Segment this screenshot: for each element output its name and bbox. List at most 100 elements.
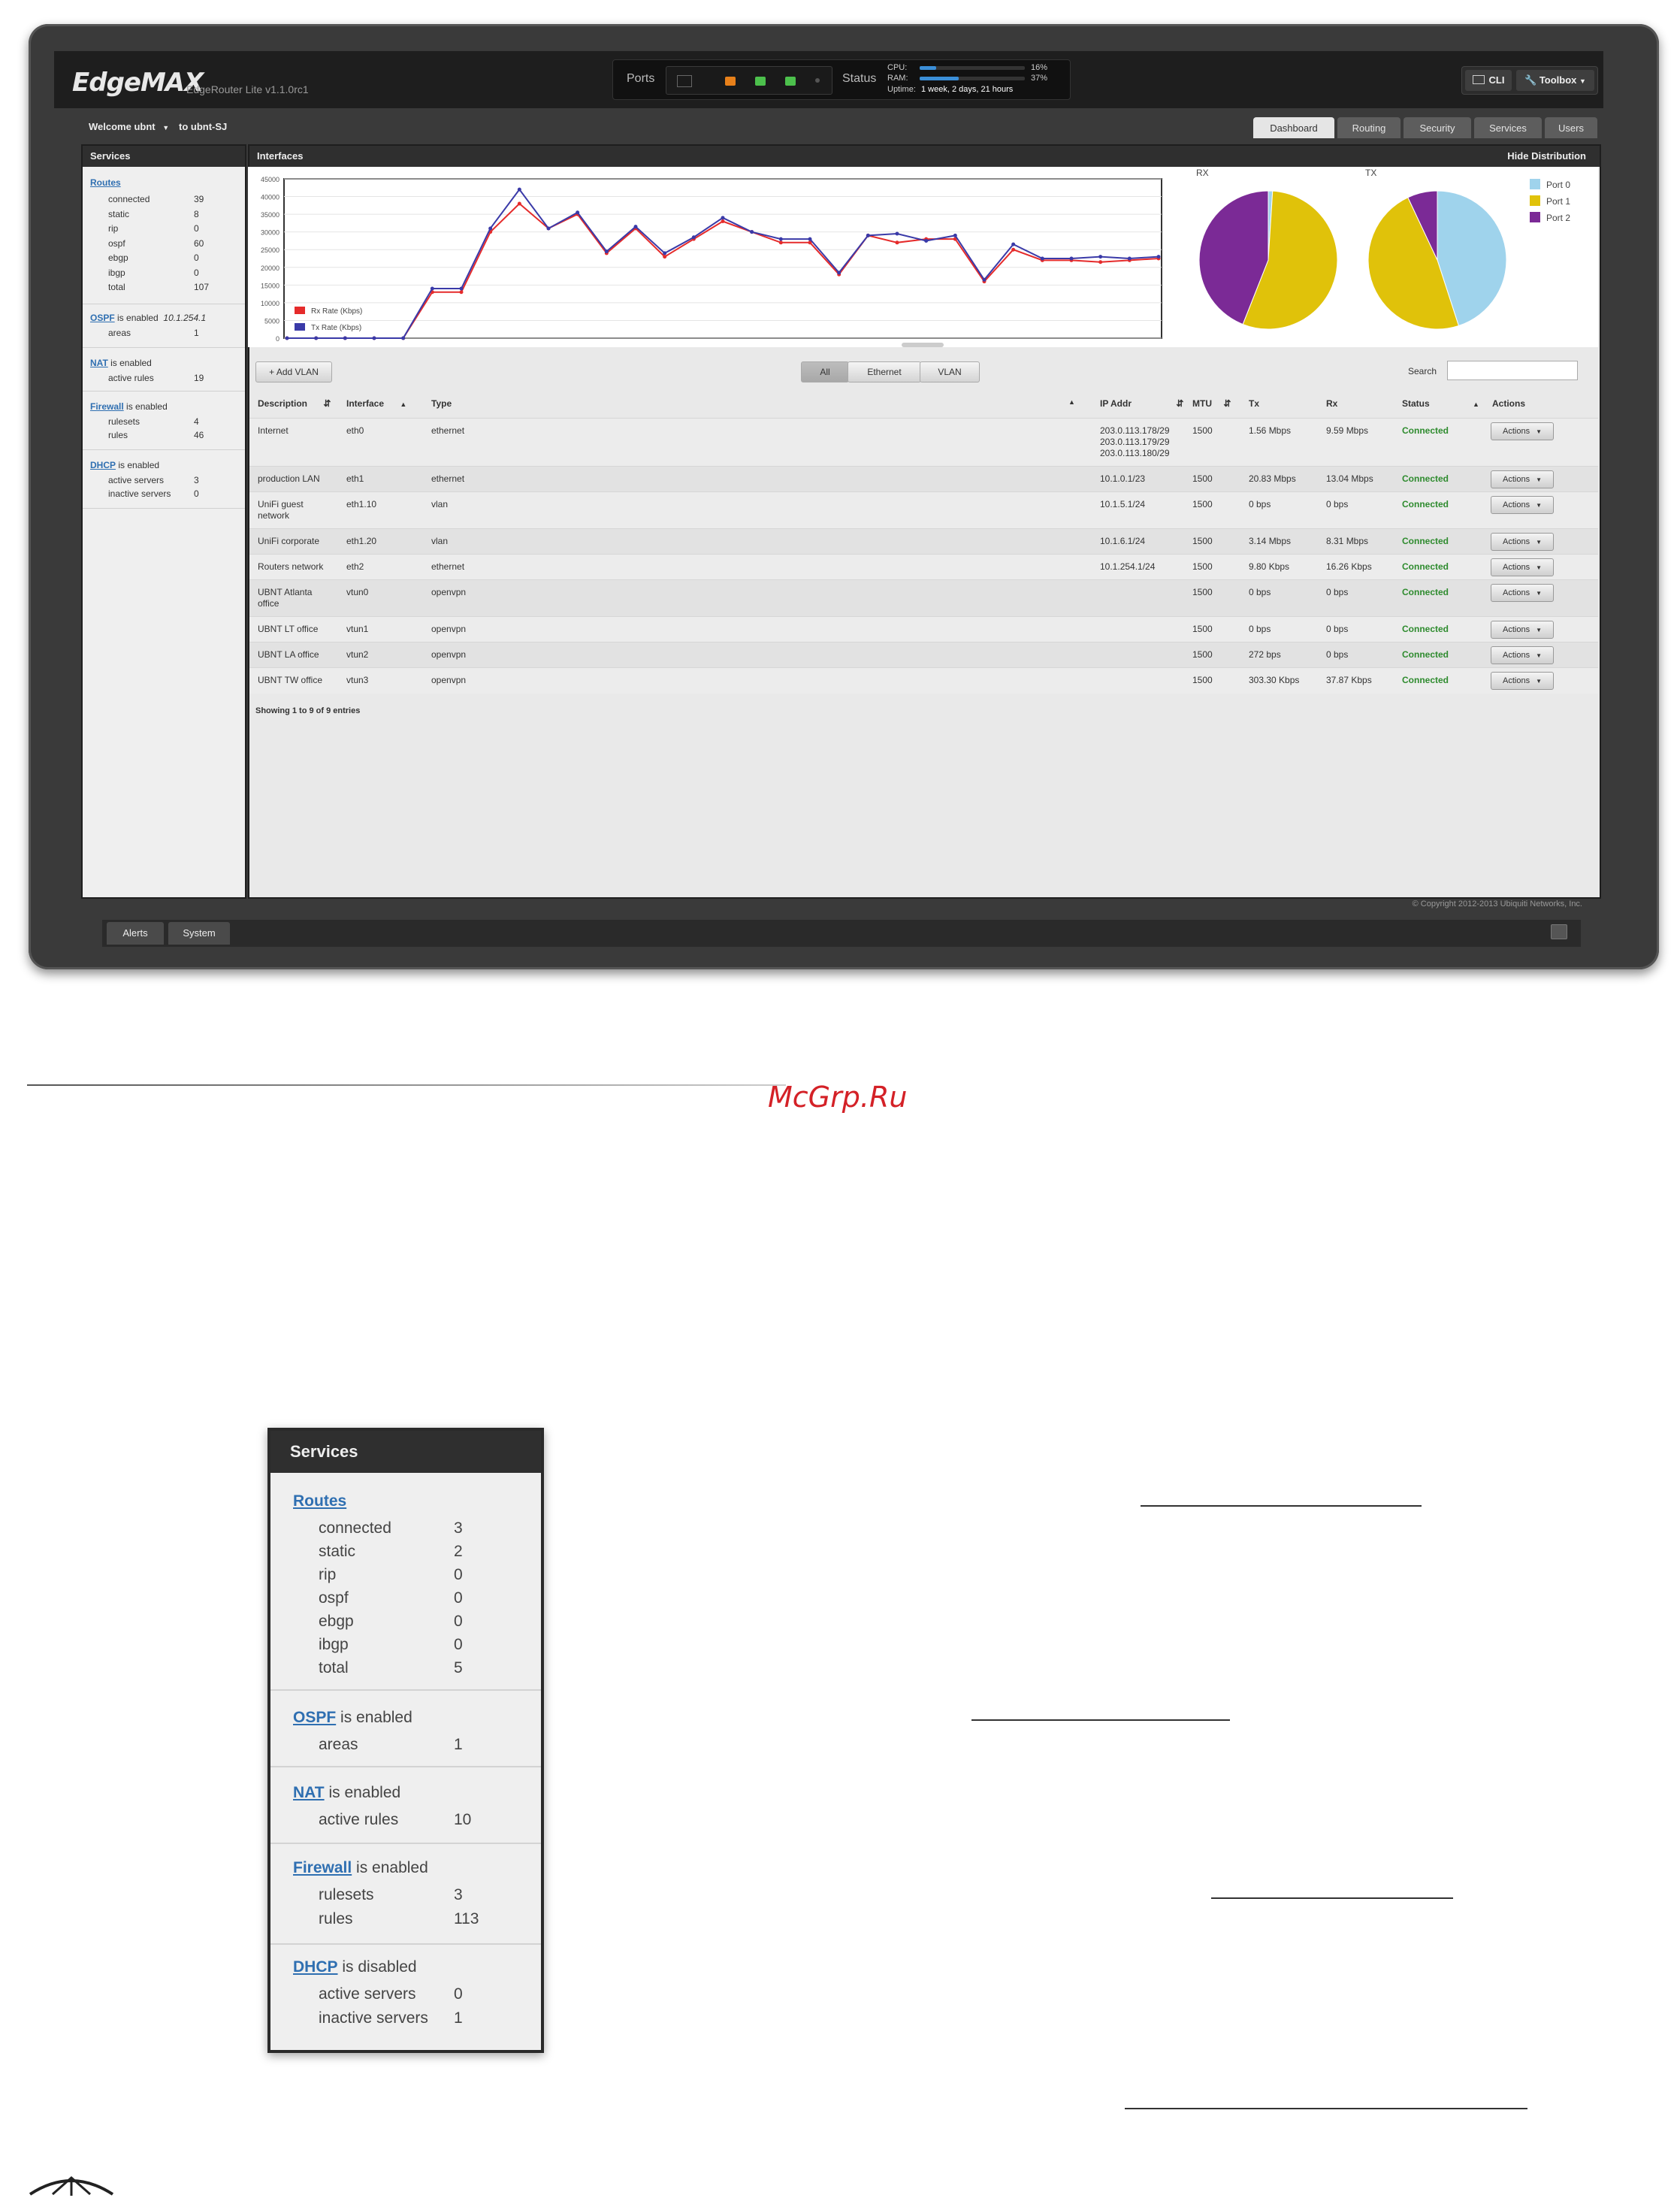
cell-interface: eth1.10 [346,499,377,509]
y-tick-label: 15000 [261,282,279,289]
zoom-firewall-status: is enabled [356,1859,428,1876]
dhcp-active-label: active servers [108,475,165,485]
ram-bar-fill [920,77,959,80]
zoom-route-total-value: 5 [454,1659,463,1676]
divider [27,1084,786,1086]
ospf-link[interactable]: OSPF [90,313,115,323]
col-ip-addr[interactable]: IP Addr ⇵ [1100,398,1183,409]
chevron-down-icon: ▼ [1536,502,1542,509]
y-tick-label: 25000 [261,246,279,254]
tab-services[interactable]: Services [1474,117,1542,138]
data-point [721,216,725,220]
port-eth1-icon[interactable] [755,77,766,86]
search-input[interactable] [1447,361,1578,380]
cell-mtu: 1500 [1192,536,1213,546]
actions-button[interactable]: Actions ▼ [1491,621,1554,639]
routes-link[interactable]: Routes [90,177,121,188]
welcome-user-menu[interactable]: Welcome ubnt ▼ [89,121,169,132]
port-eth0-icon[interactable] [725,77,736,86]
col-interface[interactable]: Interface ▲ [346,398,406,409]
ethernet-port-icon[interactable] [677,75,692,87]
nat-rules-label: active rules [108,373,154,383]
tab-dashboard[interactable]: Dashboard [1253,117,1334,138]
alerts-tab[interactable]: Alerts [107,922,164,945]
actions-button[interactable]: Actions ▼ [1491,558,1554,576]
col-description[interactable]: Description ⇵ [258,398,331,409]
zoom-route-total-label: total [319,1659,349,1676]
chevron-down-icon: ▼ [1536,678,1542,685]
filter-vlan-button[interactable]: VLAN [920,361,980,382]
table-row: production LAN eth1 ethernet 10.1.0.1/23 150… [249,466,1598,492]
data-point [663,251,667,255]
zoom-dhcp-link[interactable]: DHCP [293,1958,338,1976]
zoom-ospf-link[interactable]: OSPF [293,1709,336,1726]
legend-swatch [295,323,305,331]
cli-button[interactable]: CLI [1465,70,1512,91]
legend-swatch [1530,195,1540,206]
actions-button[interactable]: Actions ▼ [1491,496,1554,514]
status-label: Status [842,72,877,85]
col-status[interactable]: Status ▲ [1402,398,1479,409]
sort-asc-icon[interactable]: ▲ [1068,398,1075,406]
col-tx[interactable]: Tx [1249,398,1259,409]
chart-area: 0 5000 10000 15000 20000 25000 30000 35000 40000… [248,167,1598,347]
firewall-link[interactable]: Firewall [90,401,124,412]
zoom-nat-rules-value: 10 [454,1811,472,1828]
actions-button[interactable]: Actions ▼ [1491,672,1554,690]
zoom-dhcp-inactive-label: inactive servers [319,2009,428,2027]
cell-type: vlan [431,499,449,509]
nat-link[interactable]: NAT [90,358,108,368]
system-tab[interactable]: System [168,922,230,945]
zoom-route-static-label: static [319,1543,356,1560]
actions-button[interactable]: Actions ▼ [1491,533,1554,551]
route-static-value: 8 [194,208,199,219]
tab-routing[interactable]: Routing [1337,117,1401,138]
col-label: Description [258,398,308,409]
toolbox-button[interactable]: 🔧 Toolbox ▼ [1516,70,1594,91]
tab-security[interactable]: Security [1404,117,1471,138]
data-point [576,210,580,215]
zoom-firewall-link[interactable]: Firewall [293,1859,352,1876]
sort-icon: ⇵ [1176,398,1184,409]
cell-interface: eth0 [346,425,364,436]
zoom-nat-link[interactable]: NAT [293,1784,325,1801]
port-eth2-icon[interactable] [785,77,796,86]
dhcp-link[interactable]: DHCP [90,460,116,470]
zoom-routes-link[interactable]: Routes [293,1492,346,1510]
zoom-firewall-rulesets-label: rulesets [319,1886,374,1903]
cpu-bar [920,66,1025,70]
actions-label: Actions [1503,588,1530,597]
table-row: UniFi guest network eth1.10 vlan 10.1.5.1/2… [249,491,1598,529]
col-rx[interactable]: Rx [1326,398,1337,409]
actions-button[interactable]: Actions ▼ [1491,470,1554,488]
services-sidebar: Services Routes OSPF is enabled 10.1.254… [81,144,246,899]
actions-label: Actions [1503,651,1530,660]
divider [83,347,245,348]
welcome-text: Welcome ubnt [89,121,156,132]
expand-icon[interactable] [1551,924,1567,939]
data-point [895,231,899,236]
zoom-route-rip-label: rip [319,1566,337,1583]
filter-ethernet-button[interactable]: Ethernet [848,361,921,382]
tab-users[interactable]: Users [1545,117,1597,138]
col-type[interactable]: Type [431,398,452,409]
filter-all-button[interactable]: All [801,361,849,382]
col-mtu[interactable]: MTU ⇵ [1192,398,1231,409]
cell-mtu: 1500 [1192,675,1213,685]
cell-rx: 0 bps [1326,587,1349,597]
data-point [1127,256,1132,261]
actions-button[interactable]: Actions ▼ [1491,584,1554,602]
hide-distribution-link[interactable]: Hide Distribution [1507,146,1586,167]
legend-swatch [295,307,305,314]
cell-mtu: 1500 [1192,425,1213,436]
chevron-down-icon: ▼ [1536,590,1542,597]
actions-button[interactable]: Actions ▼ [1491,422,1554,440]
add-vlan-button[interactable]: + Add VLAN [255,361,332,382]
actions-button[interactable]: Actions ▼ [1491,646,1554,664]
chart-resize-handle[interactable] [902,343,944,347]
table-row: Routers network eth2 ethernet 10.1.254.1/24… [249,554,1598,580]
router-hostname: to ubnt-SJ [179,121,228,132]
status-badge: Connected [1402,499,1449,509]
zoom-route-rip-value: 0 [454,1566,463,1583]
uptime-value: 1 week, 2 days, 21 hours [921,85,1014,94]
